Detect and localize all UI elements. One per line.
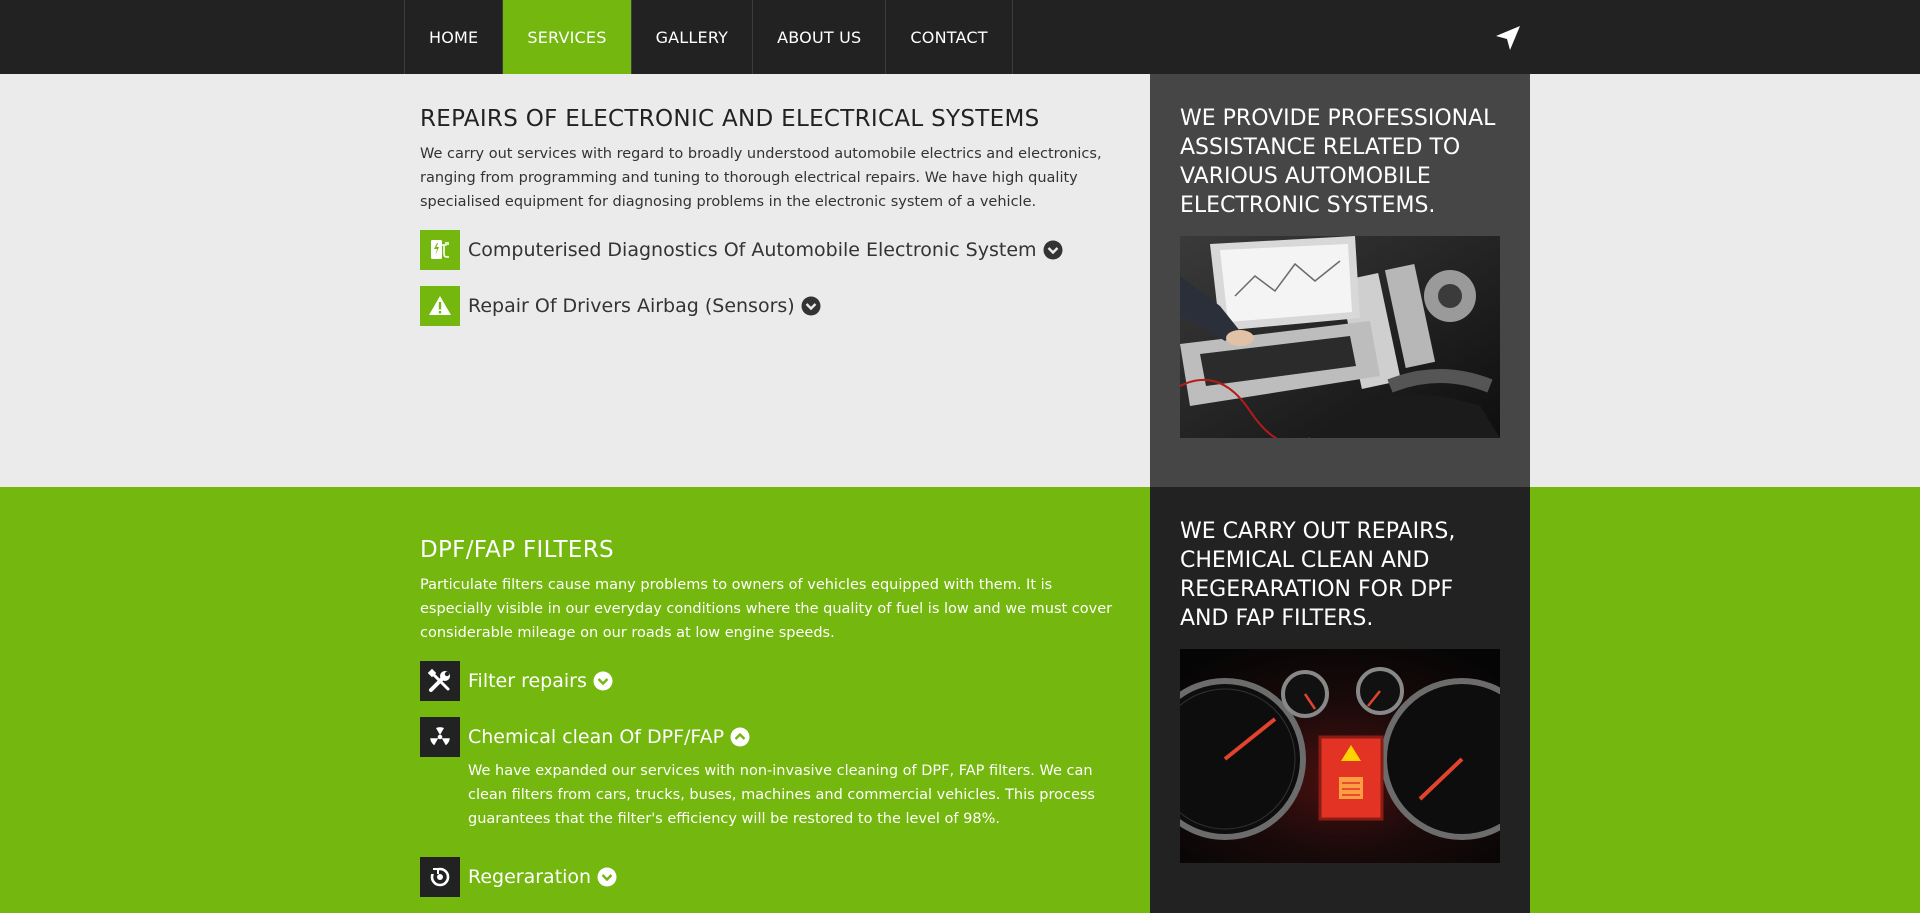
chevron-up-icon[interactable] — [730, 727, 750, 747]
laptop-engine-diagnostics-photo — [1180, 236, 1500, 438]
accordion-item-filter-repairs: Filter repairs — [420, 661, 1120, 701]
accordion-header-filter-repairs[interactable]: Filter repairs — [420, 661, 1120, 701]
accordion-item-chemical-clean: Chemical clean Of DPF/FAP We have expand… — [420, 717, 1120, 831]
filters-title: DPF/FAP FILTERS — [420, 537, 614, 563]
electronics-side-title: WE PROVIDE PROFESSIONAL ASSISTANCE RELAT… — [1180, 106, 1496, 218]
nav-item-contact[interactable]: CONTACT — [886, 0, 1013, 74]
filters-side-panel: WE CARRY OUT REPAIRS, CHEMICAL CLEAN AND… — [1150, 487, 1530, 913]
regeneration-cycle-icon — [420, 857, 460, 897]
nav-menu: HOME SERVICES GALLERY ABOUT US CONTACT — [404, 0, 1013, 74]
filters-section: DPF/FAP FILTERS Particulate filters caus… — [0, 487, 1920, 913]
chevron-down-icon[interactable] — [801, 296, 821, 316]
dashboard-dpf-warning-photo — [1180, 649, 1500, 863]
accordion-header-chemical-clean[interactable]: Chemical clean Of DPF/FAP — [420, 717, 1120, 757]
accordion-title: Regeraration — [468, 866, 592, 888]
location-arrow-icon[interactable] — [1494, 24, 1522, 52]
accordion-header-airbag[interactable]: Repair Of Drivers Airbag (Sensors) — [420, 286, 1120, 326]
chevron-down-icon[interactable] — [593, 671, 613, 691]
chevron-down-icon[interactable] — [597, 867, 617, 887]
accordion-title: Computerised Diagnostics Of Automobile E… — [468, 239, 1037, 261]
electronics-side-panel: WE PROVIDE PROFESSIONAL ASSISTANCE RELAT… — [1150, 74, 1530, 487]
filters-content: DPF/FAP FILTERS Particulate filters caus… — [420, 537, 1120, 913]
filters-side-title: WE CARRY OUT REPAIRS, CHEMICAL CLEAN AND… — [1180, 519, 1456, 631]
chevron-down-icon[interactable] — [1043, 240, 1063, 260]
accordion-header-regeneration[interactable]: Regeraration — [420, 857, 1120, 897]
electronics-content: REPAIRS OF ELECTRONIC AND ELECTRICAL SYS… — [420, 106, 1120, 342]
radiation-icon — [420, 717, 460, 757]
accordion-title: Filter repairs — [468, 670, 587, 692]
accordion-item-regeneration: Regeraration — [420, 857, 1120, 897]
wrench-screwdriver-icon — [420, 661, 460, 701]
filters-lead: Particulate filters cause many problems … — [420, 577, 1113, 641]
electronics-title: REPAIRS OF ELECTRONIC AND ELECTRICAL SYS… — [420, 106, 1040, 132]
nav-item-services[interactable]: SERVICES — [503, 0, 632, 74]
warning-triangle-icon — [420, 286, 460, 326]
nav-item-gallery[interactable]: GALLERY — [632, 0, 754, 74]
accordion-header-diagnostics[interactable]: Computerised Diagnostics Of Automobile E… — [420, 230, 1120, 270]
electronics-section: REPAIRS OF ELECTRONIC AND ELECTRICAL SYS… — [0, 74, 1920, 487]
nav-item-about-us[interactable]: ABOUT US — [753, 0, 887, 74]
accordion-title: Chemical clean Of DPF/FAP — [468, 726, 725, 748]
accordion-body-chemical-clean: We have expanded our services with non-i… — [468, 763, 1095, 827]
accordion-item-diagnostics: Computerised Diagnostics Of Automobile E… — [420, 230, 1120, 270]
diagnostics-charger-icon — [420, 230, 460, 270]
accordion-title: Repair Of Drivers Airbag (Sensors) — [468, 295, 795, 317]
top-navigation: HOME SERVICES GALLERY ABOUT US CONTACT — [0, 0, 1920, 74]
accordion-item-airbag: Repair Of Drivers Airbag (Sensors) — [420, 286, 1120, 326]
nav-item-home[interactable]: HOME — [405, 0, 504, 74]
electronics-lead: We carry out services with regard to bro… — [420, 146, 1102, 210]
